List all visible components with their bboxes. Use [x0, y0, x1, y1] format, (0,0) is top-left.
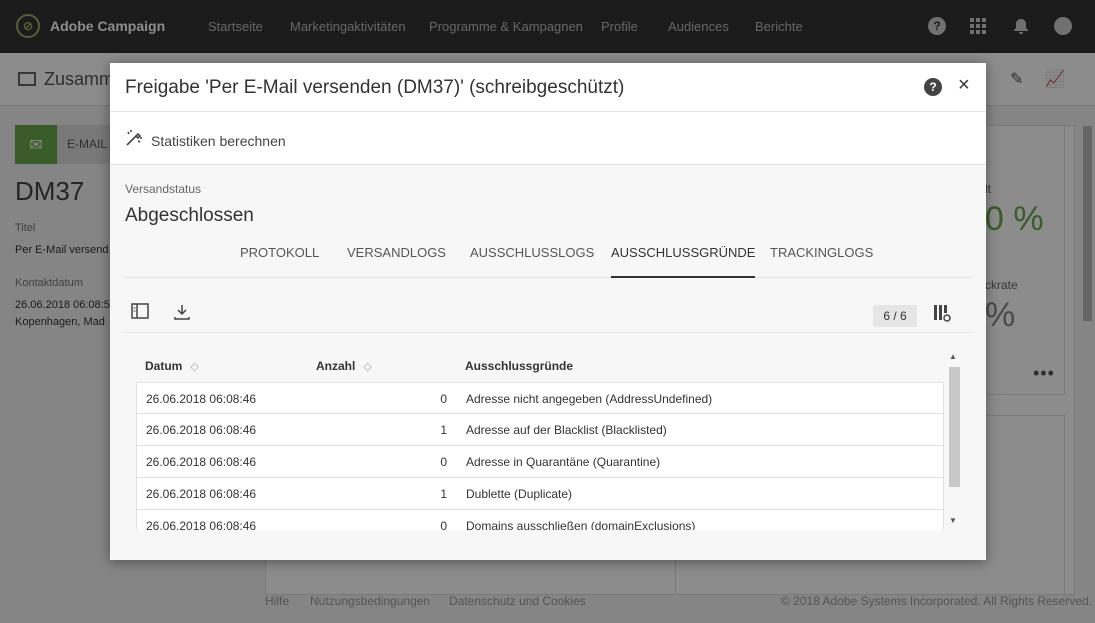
tab-protokoll[interactable]: PROTOKOLL	[240, 245, 319, 278]
cell-date: 26.06.2018 06:08:46	[146, 423, 257, 437]
tab-trackinglogs[interactable]: TRACKINGLOGS	[770, 245, 873, 278]
approval-dialog: Freigabe 'Per E-Mail versenden (DM37)' (…	[110, 63, 986, 560]
tab-ausschlusslogs[interactable]: AUSSCHLUSSLOGS	[470, 245, 594, 278]
magic-wand-icon	[125, 129, 143, 152]
cell-reason: Dublette (Duplicate)	[466, 487, 573, 501]
grid-toolbar: 6 / 6	[124, 295, 972, 333]
table-header: Datum ◇ Anzahl ◇ Ausschlussgründe	[136, 350, 944, 382]
cell-count: 1	[440, 487, 447, 501]
cell-date: 26.06.2018 06:08:46	[146, 487, 257, 501]
table-scrollbar[interactable]: ▲ ▼	[948, 352, 960, 532]
dialog-title: Freigabe 'Per E-Mail versenden (DM37)' (…	[125, 77, 625, 98]
column-header-ausschlussgruende[interactable]: Ausschlussgründe	[465, 359, 573, 373]
close-icon[interactable]: ×	[958, 74, 970, 97]
download-icon[interactable]	[172, 303, 192, 323]
log-tabs: PROTOKOLL VERSANDLOGS AUSSCHLUSSLOGS AUS…	[124, 235, 972, 278]
dialog-toolbar: Statistiken berechnen	[110, 113, 986, 165]
cell-date: 26.06.2018 06:08:46	[146, 455, 257, 469]
cell-reason: Adresse auf der Blacklist (Blacklisted)	[466, 423, 667, 437]
table-row[interactable]: 26.06.2018 06:08:46 0 Adresse nicht angege…	[136, 382, 944, 414]
scroll-up-icon[interactable]: ▲	[949, 352, 957, 361]
cell-count: 0	[440, 519, 447, 530]
tab-versandlogs[interactable]: VERSANDLOGS	[347, 245, 446, 278]
dialog-header: Freigabe 'Per E-Mail versenden (DM37)' (…	[110, 63, 986, 112]
toggle-sidebar-icon[interactable]	[130, 303, 150, 323]
dialog-body: Versandstatus Abgeschlossen PROTOKOLL VE…	[110, 165, 986, 560]
cell-count: 1	[440, 423, 447, 437]
column-header-datum[interactable]: Datum ◇	[145, 359, 199, 373]
cell-count: 0	[440, 455, 447, 469]
compute-statistics-button[interactable]: Statistiken berechnen	[125, 129, 286, 152]
scroll-down-icon[interactable]: ▼	[949, 516, 957, 525]
cell-reason: Adresse in Quarantäne (Quarantine)	[466, 455, 661, 469]
cell-reason: Adresse nicht angegeben (AddressUndefine…	[466, 392, 713, 406]
column-header-anzahl[interactable]: Anzahl ◇	[316, 359, 372, 373]
table-row[interactable]: 26.06.2018 06:08:46 0 Adresse in Quarantän…	[136, 446, 944, 478]
tab-ausschlussgruende[interactable]: AUSSCHLUSSGRÜNDE	[611, 245, 756, 278]
table-row[interactable]: 26.06.2018 06:08:46 0 Domains ausschließen…	[136, 510, 944, 530]
table-row[interactable]: 26.06.2018 06:08:46 1 Dublette (Duplicate)	[136, 478, 944, 510]
delivery-status-label: Versandstatus	[125, 182, 202, 196]
compute-statistics-label: Statistiken berechnen	[151, 132, 286, 149]
delivery-status-value: Abgeschlossen	[125, 205, 254, 226]
column-settings-icon[interactable]	[932, 303, 952, 323]
record-count-badge: 6 / 6	[873, 305, 917, 327]
scroll-thumb[interactable]	[949, 367, 960, 487]
cell-date: 26.06.2018 06:08:46	[146, 392, 257, 406]
cell-count: 0	[440, 392, 447, 406]
exclusion-reasons-table: Datum ◇ Anzahl ◇ Ausschlussgründe 26.06.20…	[136, 350, 944, 530]
table-row[interactable]: 26.06.2018 06:08:46 1 Adresse auf der Blac…	[136, 414, 944, 446]
help-icon[interactable]: ?	[924, 78, 942, 96]
cell-reason: Domains ausschließen (domainExclusions)	[466, 519, 696, 530]
cell-date: 26.06.2018 06:08:46	[146, 519, 257, 530]
